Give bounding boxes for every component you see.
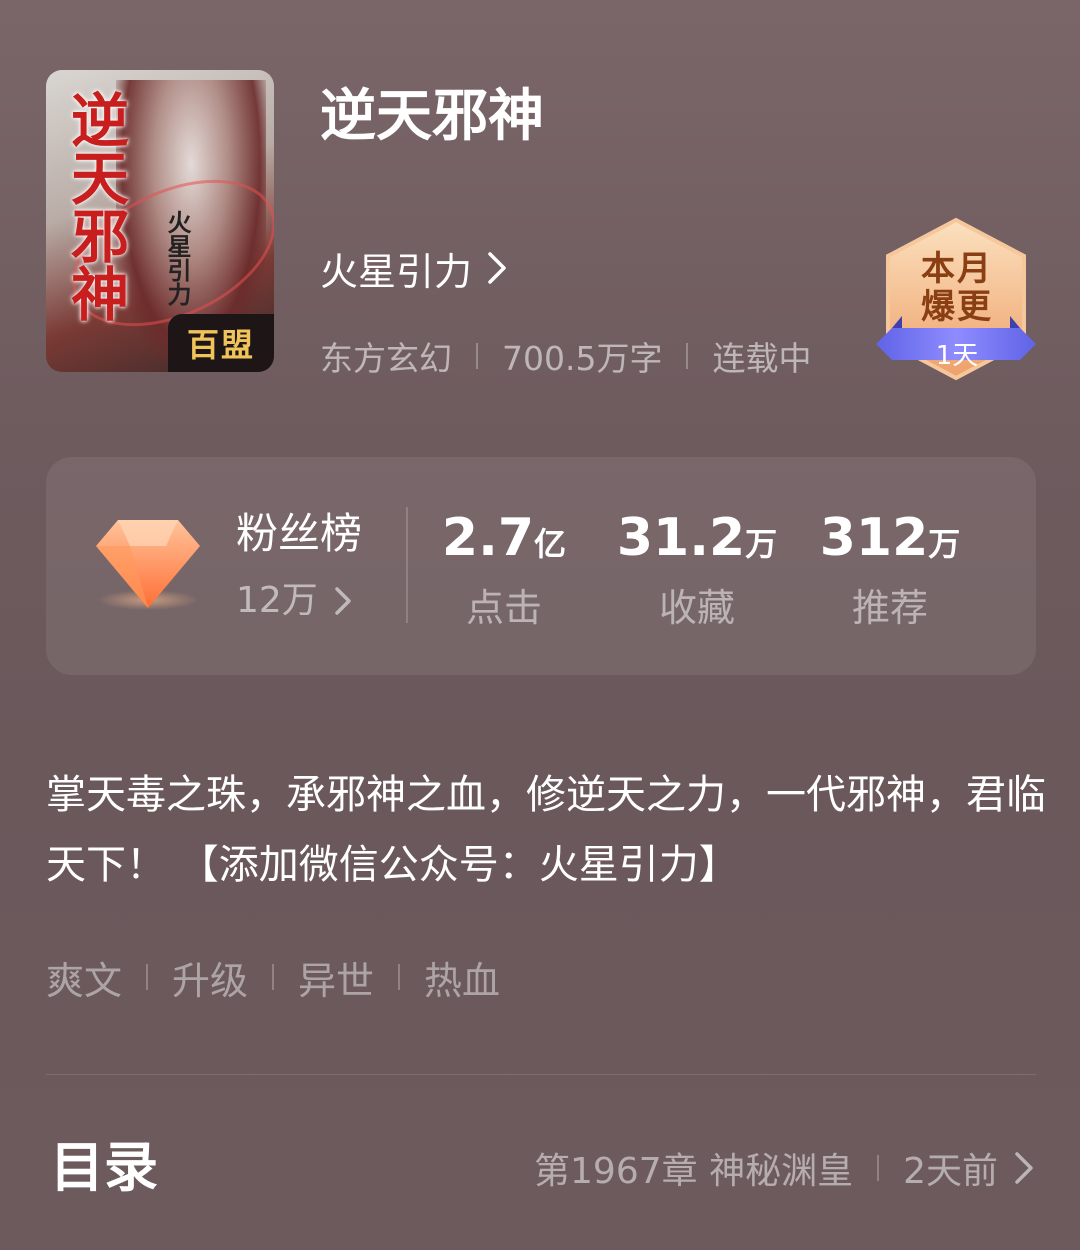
book-title: 逆天邪神 [320,83,544,149]
stat-label: 收藏 [658,586,735,630]
stat-label: 推荐 [851,586,928,630]
tag[interactable]: 升级 [172,950,248,1005]
latest-chapter: 第1967章 神秘渊皇 [534,1151,854,1192]
divider [877,1155,880,1181]
chevron-right-icon [488,252,506,284]
stat-clicks: 2.7亿 点击 [404,506,604,634]
cover-title-art: 逆天邪神 [61,90,129,322]
latest-chapter-link[interactable]: 第1967章 神秘渊皇 2天前 [534,1140,1034,1196]
tag[interactable]: 爽文 [46,950,122,1005]
book-description[interactable]: 掌天毒之珠，承邪神之血，修逆天之力，一代邪神，君临天下！ 【添加微信公众号：火星… [46,760,1046,900]
stat-value: 312万 [790,506,990,576]
stat-value: 2.7亿 [404,506,604,576]
divider [476,343,478,369]
divider [272,964,275,990]
tag-list: 爽文 升级 异世 热血 [46,950,500,1004]
divider [686,343,689,369]
monthly-update-badge-text: 本月爆更 [921,249,993,327]
stat-unit: 万 [928,525,961,563]
stat-label: 点击 [465,586,542,630]
cover-publisher-badge: 百盟 [168,314,274,372]
stat-recommend: 312万 推荐 [790,506,990,634]
stat-number: 31.2 [616,508,746,568]
stat-number: 2.7 [441,508,535,568]
divider [398,964,401,990]
book-word-count: 700.5万字 [502,339,663,378]
tag[interactable]: 异世 [298,950,374,1005]
stat-favorites: 31.2万 收藏 [597,506,797,634]
book-cover[interactable]: 逆天邪神 火星引力 百盟 [46,70,274,372]
book-status: 连载中 [712,339,812,378]
author-link[interactable]: 火星引力 [320,242,508,294]
divider [146,964,149,990]
stat-unit: 亿 [534,525,567,563]
author-name: 火星引力 [320,249,473,294]
divider [46,1074,1036,1075]
fans-count: 12万 [236,580,318,621]
book-category: 东方玄幻 [320,339,452,378]
update-time: 2天前 [903,1151,998,1192]
chevron-right-icon [335,587,351,615]
stat-unit: 万 [745,525,778,563]
monthly-update-days: 1天 [935,340,979,371]
diamond-icon [96,520,200,610]
chevron-right-icon [1015,1152,1033,1184]
stat-number: 312 [819,508,929,568]
fans-rank-link[interactable]: 12万 [236,576,352,626]
fans-rank-label: 粉丝榜 [236,509,363,558]
book-meta: 东方玄幻 700.5万字 连载中 [320,332,811,380]
cover-author-art: 火星引力 [163,210,192,306]
catalog-title[interactable]: 目录 [50,1134,158,1202]
stat-value: 31.2万 [597,506,797,576]
tag[interactable]: 热血 [424,950,500,1005]
